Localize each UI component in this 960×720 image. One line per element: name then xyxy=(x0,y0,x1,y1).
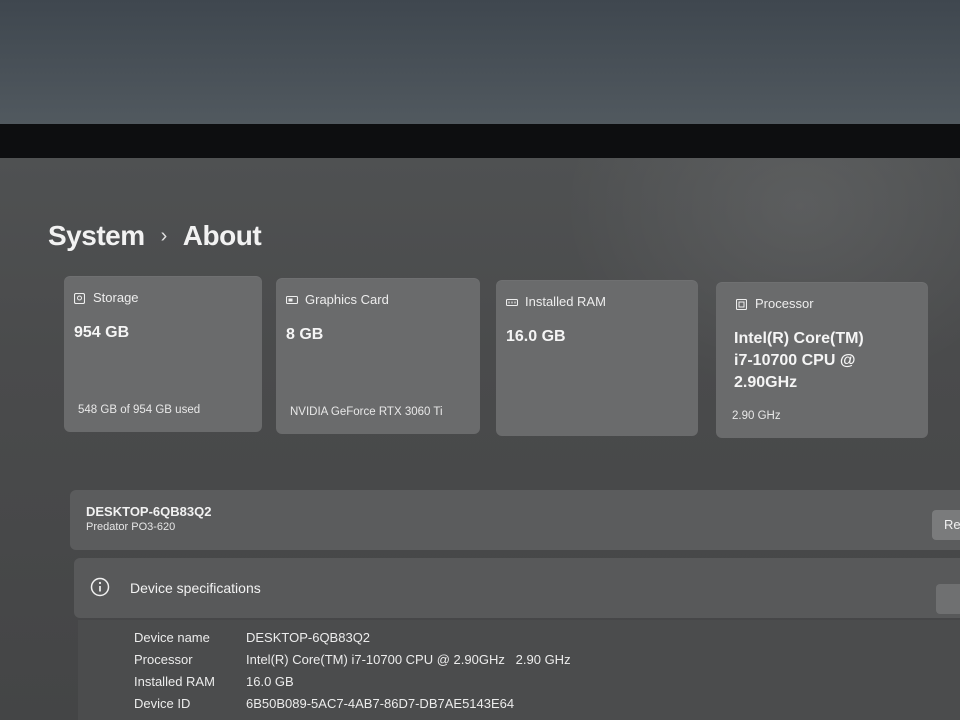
storage-card[interactable]: Storage 954 GB 548 GB of 954 GB used xyxy=(64,276,262,432)
storage-title: Storage xyxy=(93,290,139,305)
spec-row-device-id: Device ID 6B50B089-5AC7-4AB7-86D7-DB7AE51… xyxy=(134,696,515,711)
settings-window: System › About Storage 954 GB 548 GB of … xyxy=(0,158,960,720)
device-model: Predator PO3-620 xyxy=(86,521,176,533)
storage-value: 954 GB xyxy=(74,324,130,341)
graphics-card-icon xyxy=(285,294,299,305)
copy-button[interactable] xyxy=(936,584,960,614)
device-name: DESKTOP-6QB83Q2 xyxy=(86,504,212,519)
page-title: About xyxy=(182,220,262,251)
storage-icon xyxy=(73,292,86,305)
device-specifications-header[interactable]: Device specifications xyxy=(74,558,960,618)
breadcrumb: System › About xyxy=(48,220,262,252)
processor-icon xyxy=(735,298,748,311)
processor-value: Intel(R) Core(TM) i7-10700 CPU @ 2.90GHz xyxy=(734,330,864,391)
background-wall xyxy=(0,0,960,130)
ram-icon xyxy=(505,296,519,307)
device-specifications-list: Device name DESKTOP-6QB83Q2 Processor Inte… xyxy=(78,620,960,720)
spec-row-processor: Processor Intel(R) Core(TM) i7-10700 CPU … xyxy=(134,652,571,667)
graphics-card-card[interactable]: Graphics Card 8 GB NVIDIA GeForce RTX 30… xyxy=(276,278,480,434)
installed-ram-value: 16.0 GB xyxy=(506,328,566,345)
spec-row-installed-ram: Installed RAM 16.0 GB xyxy=(134,674,294,689)
processor-card[interactable]: Processor Intel(R) Core(TM) i7-10700 CPU… xyxy=(716,282,928,438)
installed-ram-card[interactable]: Installed RAM 16.0 GB xyxy=(496,280,698,436)
device-name-bar: DESKTOP-6QB83Q2 Predator PO3-620 Re xyxy=(70,490,960,550)
processor-title: Processor xyxy=(755,296,814,311)
installed-ram-title: Installed RAM xyxy=(525,294,606,309)
graphics-card-model: NVIDIA GeForce RTX 3060 Ti xyxy=(290,406,443,418)
breadcrumb-system[interactable]: System xyxy=(48,220,145,252)
spec-row-device-name: Device name DESKTOP-6QB83Q2 xyxy=(134,630,371,645)
storage-used: 548 GB of 954 GB used xyxy=(78,404,201,416)
chevron-right-icon: › xyxy=(160,224,168,247)
graphics-card-title: Graphics Card xyxy=(305,292,389,307)
info-icon xyxy=(90,577,110,602)
rename-button[interactable]: Re xyxy=(932,510,960,540)
device-specifications-title: Device specifications xyxy=(130,580,261,596)
processor-speed: 2.90 GHz xyxy=(732,410,781,422)
graphics-card-value: 8 GB xyxy=(286,326,324,343)
